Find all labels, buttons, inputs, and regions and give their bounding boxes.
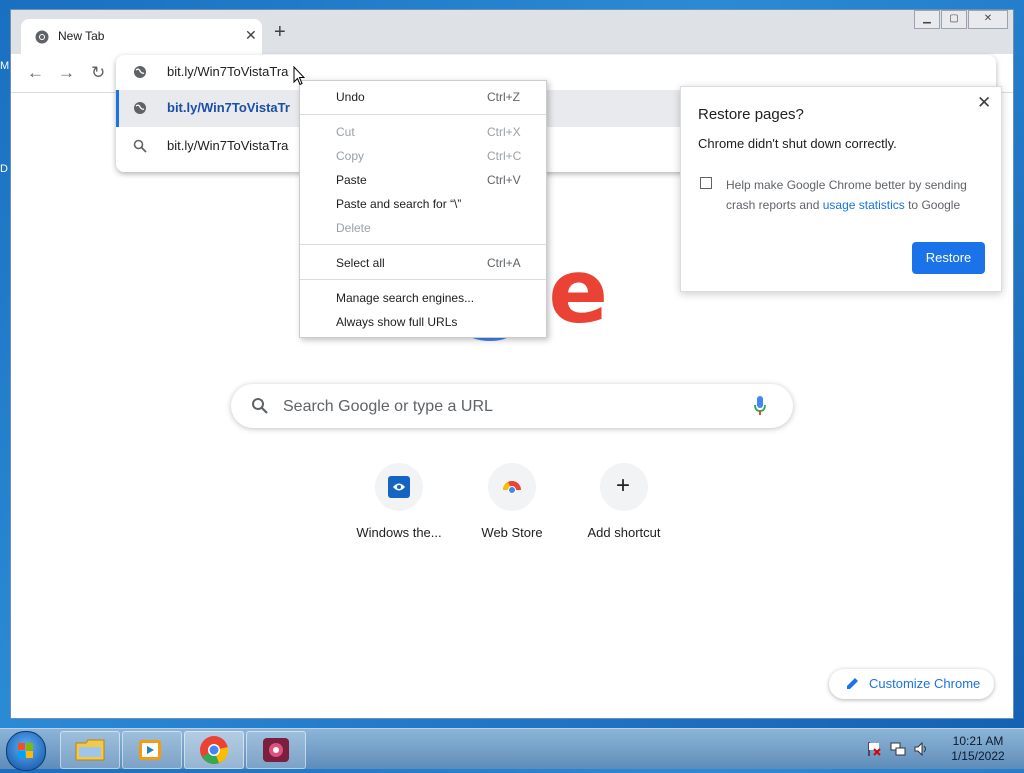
shortcut-web-store[interactable]: Web Store — [456, 463, 568, 553]
webstore-icon — [503, 481, 521, 494]
chrome-icon — [200, 736, 229, 764]
menu-item-copy[interactable]: Copy Ctrl+C — [300, 145, 546, 167]
close-icon[interactable]: ✕ — [245, 27, 257, 44]
menu-label: Undo — [336, 90, 365, 104]
taskbar-media-player[interactable] — [122, 731, 182, 769]
menu-label: Select all — [336, 256, 385, 270]
menu-divider — [300, 244, 546, 245]
chrome-icon — [35, 30, 49, 44]
shortcut-windows-theme[interactable]: Windows the... — [343, 463, 455, 553]
context-menu: Undo Ctrl+Z Cut Ctrl+X Copy Ctrl+C Paste… — [299, 80, 547, 338]
menu-label: Cut — [336, 125, 355, 139]
menu-label: Paste and search for “\” — [336, 197, 462, 211]
taskbar-app[interactable] — [246, 731, 306, 769]
search-box[interactable]: Search Google or type a URL — [231, 384, 793, 428]
tab-title: New Tab — [58, 29, 105, 43]
minimize-button[interactable]: ▁ — [914, 10, 940, 29]
menu-item-paste[interactable]: Paste Ctrl+V — [300, 169, 546, 191]
menu-shortcut: Ctrl+C — [487, 149, 522, 163]
action-center-flag-icon[interactable] — [867, 741, 881, 757]
plus-icon: + — [616, 472, 631, 499]
menu-divider — [300, 279, 546, 280]
menu-divider — [300, 114, 546, 115]
taskbar-explorer[interactable] — [60, 731, 120, 769]
menu-label: Delete — [336, 221, 371, 235]
menu-shortcut: Ctrl+A — [487, 256, 521, 270]
menu-shortcut: Ctrl+V — [487, 173, 521, 187]
menu-label: Always show full URLs — [336, 315, 458, 329]
restore-title: Restore pages? — [698, 106, 804, 123]
menu-label: Paste — [336, 173, 367, 187]
shortcut-add[interactable]: + Add shortcut — [568, 463, 680, 553]
desktop-letter-m: M — [0, 60, 10, 72]
shortcut-label: Windows the... — [356, 525, 442, 540]
new-tab-button[interactable]: + — [274, 22, 286, 42]
microphone-icon[interactable] — [753, 395, 767, 417]
taskbar-chrome[interactable] — [184, 731, 244, 769]
customize-chrome-button[interactable]: Customize Chrome — [829, 669, 994, 699]
usage-statistics-link[interactable]: usage statistics — [823, 198, 905, 212]
restore-button[interactable]: Restore — [912, 242, 985, 274]
crash-report-checkbox[interactable] — [700, 177, 712, 189]
omnibox-input[interactable]: bit.ly/Win7ToVistaTra — [167, 64, 288, 79]
menu-item-undo[interactable]: Undo Ctrl+Z — [300, 86, 546, 108]
system-tray: 10:21 AM 1/15/2022 — [860, 729, 1024, 769]
crash-report-label: Help make Google Chrome better by sendin… — [726, 175, 986, 215]
suggestion-text: bit.ly/Win7ToVistaTr — [167, 100, 290, 115]
menu-shortcut: Ctrl+Z — [487, 90, 520, 104]
shortcut-label: Add shortcut — [587, 525, 661, 540]
menu-item-manage-engines[interactable]: Manage search engines... — [300, 287, 546, 309]
search-icon — [133, 139, 147, 153]
globe-icon — [134, 66, 146, 78]
app-gear-icon — [263, 738, 289, 762]
menu-label: Copy — [336, 149, 365, 163]
globe-icon — [134, 102, 146, 114]
clock-date: 1/15/2022 — [951, 749, 1005, 763]
restore-pages-bubble: Restore pages? ✕ Chrome didn't shut down… — [680, 86, 1002, 292]
windows-theme-icon — [388, 476, 410, 498]
forward-arrow-icon[interactable]: → — [58, 63, 75, 83]
network-icon[interactable] — [890, 741, 906, 757]
folder-icon — [75, 739, 105, 761]
windows-logo-icon — [18, 743, 33, 758]
menu-item-paste-search[interactable]: Paste and search for “\” — [300, 193, 546, 215]
pencil-icon — [847, 678, 858, 689]
menu-item-show-full-urls[interactable]: Always show full URLs — [300, 311, 546, 333]
start-button[interactable] — [6, 731, 46, 771]
tab-strip: New Tab ✕ + ▁ ▢ ✕ — [11, 10, 1013, 54]
menu-item-delete[interactable]: Delete — [300, 217, 546, 239]
maximize-button[interactable]: ▢ — [941, 10, 967, 29]
taskbar: 10:21 AM 1/15/2022 — [0, 728, 1024, 771]
desktop-letter-d: D — [0, 163, 8, 175]
reload-icon[interactable]: ↻ — [91, 63, 105, 83]
menu-item-cut[interactable]: Cut Ctrl+X — [300, 121, 546, 143]
clock[interactable]: 10:21 AM 1/15/2022 — [942, 734, 1014, 764]
media-player-icon — [139, 740, 161, 760]
restore-message: Chrome didn't shut down correctly. — [698, 136, 897, 151]
window-controls: ▁ ▢ ✕ — [914, 10, 1008, 29]
clock-time: 10:21 AM — [952, 734, 1004, 748]
help-text-suffix: to Google — [904, 198, 961, 212]
volume-icon[interactable] — [914, 741, 930, 757]
suggestion-text: bit.ly/Win7ToVistaTra — [167, 138, 289, 153]
customize-label: Customize Chrome — [869, 676, 981, 691]
back-arrow-icon[interactable]: ← — [27, 63, 44, 83]
menu-shortcut: Ctrl+X — [487, 125, 521, 139]
shortcut-label: Web Store — [481, 525, 543, 540]
tab-new-tab[interactable]: New Tab ✕ — [21, 19, 262, 54]
mouse-cursor-icon — [293, 66, 305, 86]
menu-item-select-all[interactable]: Select all Ctrl+A — [300, 252, 546, 274]
search-placeholder: Search Google or type a URL — [283, 398, 493, 415]
menu-label: Manage search engines... — [336, 291, 475, 305]
search-icon — [252, 398, 268, 414]
window-close-button[interactable]: ✕ — [968, 10, 1008, 29]
close-icon[interactable]: ✕ — [977, 93, 991, 113]
